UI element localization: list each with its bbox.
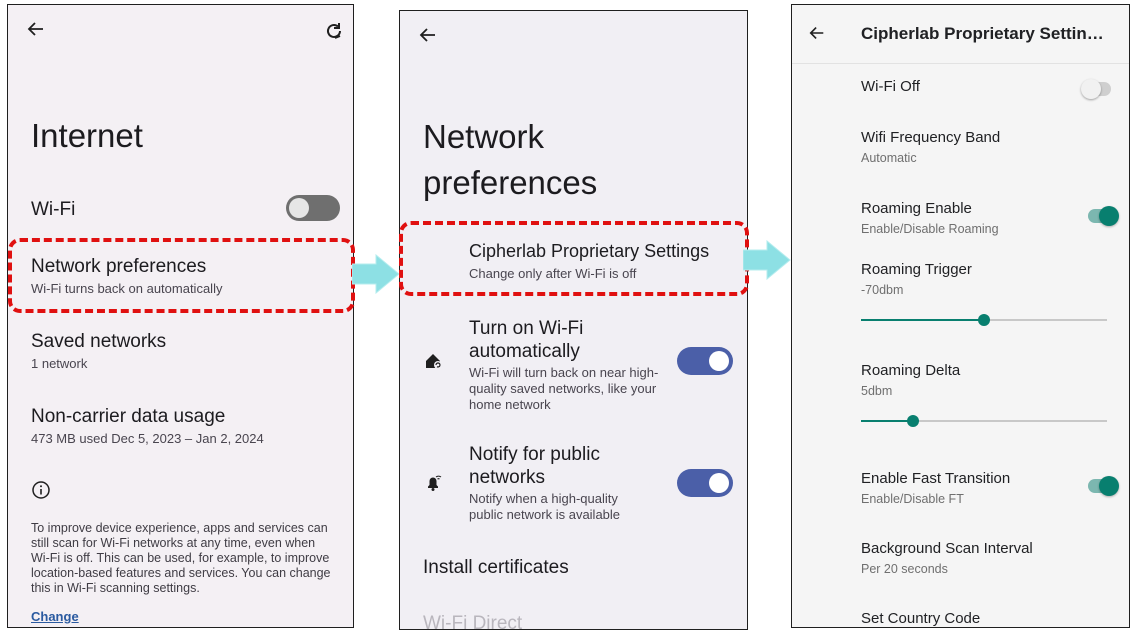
- saved-networks-item[interactable]: Saved networks 1 network: [31, 331, 166, 372]
- network-preferences-screen: Network preferences Cipherlab Proprietar…: [399, 10, 748, 630]
- background-scan-item[interactable]: Background Scan Interval Per 20 seconds: [861, 540, 1033, 576]
- wifi-direct-item: Wi-Fi Direct: [423, 613, 523, 630]
- page-title: Internet: [31, 117, 143, 154]
- roaming-delta-item: Roaming Delta 5dbm: [861, 362, 960, 398]
- internet-screen: Internet Wi-Fi Network preferences Wi-Fi…: [7, 4, 354, 628]
- turn-on-wifi-title-1: Turn on Wi-Fi: [469, 318, 584, 339]
- wifi-off-toggle[interactable]: [1081, 79, 1111, 99]
- page-title: Network preferences: [423, 114, 597, 206]
- roaming-enable-toggle[interactable]: [1088, 206, 1119, 226]
- fast-transition-item: Enable Fast Transition Enable/Disable FT: [861, 470, 1010, 506]
- turn-on-wifi-item: Turn on Wi-Fi automatically Wi-Fi will t…: [469, 317, 679, 413]
- wifi-auto-icon: [424, 351, 444, 376]
- roaming-trigger-item: Roaming Trigger -70dbm: [861, 261, 972, 297]
- roaming-enable-title: Roaming Enable: [861, 200, 972, 217]
- background-scan-title: Background Scan Interval: [861, 540, 1033, 557]
- notify-public-title-2: networks: [469, 467, 546, 488]
- wifi-off-label: Wi-Fi Off: [861, 78, 920, 95]
- highlight-cipherlab-settings: [399, 221, 749, 296]
- roaming-trigger-slider[interactable]: [861, 314, 1107, 326]
- roaming-delta-slider[interactable]: [861, 415, 1107, 427]
- flow-arrow-1: [351, 253, 400, 299]
- public-network-notify-icon: [424, 473, 444, 498]
- set-country-code-item[interactable]: Set Country Code: [861, 610, 980, 627]
- change-link[interactable]: Change: [31, 609, 79, 624]
- notify-public-title-1: Notify for public: [469, 444, 600, 465]
- back-arrow-icon[interactable]: [808, 24, 826, 47]
- scanning-info-text: To improve device experience, apps and s…: [31, 521, 331, 595]
- roaming-enable-sub: Enable/Disable Roaming: [861, 222, 999, 236]
- fast-transition-title: Enable Fast Transition: [861, 470, 1011, 487]
- roaming-trigger-thumb[interactable]: [978, 314, 990, 326]
- roaming-delta-sub: 5dbm: [861, 384, 893, 398]
- highlight-network-preferences: [8, 238, 355, 313]
- non-carrier-sub: 473 MB used Dec 5, 2023 – Jan 2, 2024: [31, 431, 264, 446]
- page-title-line2: preferences: [423, 164, 598, 201]
- notify-public-sub: Notify when a high-quality public networ…: [469, 491, 621, 522]
- roaming-trigger-title: Roaming Trigger: [861, 261, 972, 278]
- roaming-trigger-sub: -70dbm: [861, 283, 904, 297]
- refresh-icon[interactable]: [324, 21, 344, 46]
- non-carrier-data-item[interactable]: Non-carrier data usage 473 MB used Dec 5…: [31, 406, 264, 447]
- non-carrier-title: Non-carrier data usage: [31, 406, 226, 427]
- back-arrow-icon[interactable]: [26, 19, 46, 45]
- saved-networks-title: Saved networks: [31, 331, 167, 352]
- wifi-frequency-band-item[interactable]: Wifi Frequency Band Automatic: [861, 129, 1000, 165]
- turn-on-wifi-toggle[interactable]: [677, 347, 733, 375]
- notify-public-toggle[interactable]: [677, 469, 733, 497]
- wifi-toggle[interactable]: [286, 195, 340, 221]
- notify-public-item: Notify for public networks Notify when a…: [469, 443, 679, 523]
- wifi-frequency-sub: Automatic: [861, 151, 917, 165]
- roaming-delta-thumb[interactable]: [907, 415, 919, 427]
- fast-transition-toggle[interactable]: [1088, 476, 1119, 496]
- turn-on-wifi-sub: Wi-Fi will turn back on near high-qualit…: [469, 365, 659, 412]
- roaming-enable-item: Roaming Enable Enable/Disable Roaming: [861, 200, 999, 236]
- flow-arrow-2: [742, 239, 791, 285]
- turn-on-wifi-title-2: automatically: [469, 341, 580, 362]
- cipherlab-settings-screen: Cipherlab Proprietary Settin… Wi-Fi Off …: [791, 4, 1130, 628]
- wifi-label: Wi-Fi: [31, 199, 76, 220]
- page-title: Cipherlab Proprietary Settin…: [861, 24, 1104, 43]
- info-icon: [31, 480, 51, 505]
- fast-transition-sub: Enable/Disable FT: [861, 492, 964, 506]
- saved-networks-sub: 1 network: [31, 356, 88, 371]
- back-arrow-icon[interactable]: [418, 25, 438, 50]
- install-certificates-item[interactable]: Install certificates: [423, 557, 569, 579]
- background-scan-sub: Per 20 seconds: [861, 562, 948, 576]
- roaming-delta-title: Roaming Delta: [861, 362, 961, 379]
- wifi-frequency-title: Wifi Frequency Band: [861, 129, 1001, 146]
- page-title-line1: Network: [423, 118, 545, 155]
